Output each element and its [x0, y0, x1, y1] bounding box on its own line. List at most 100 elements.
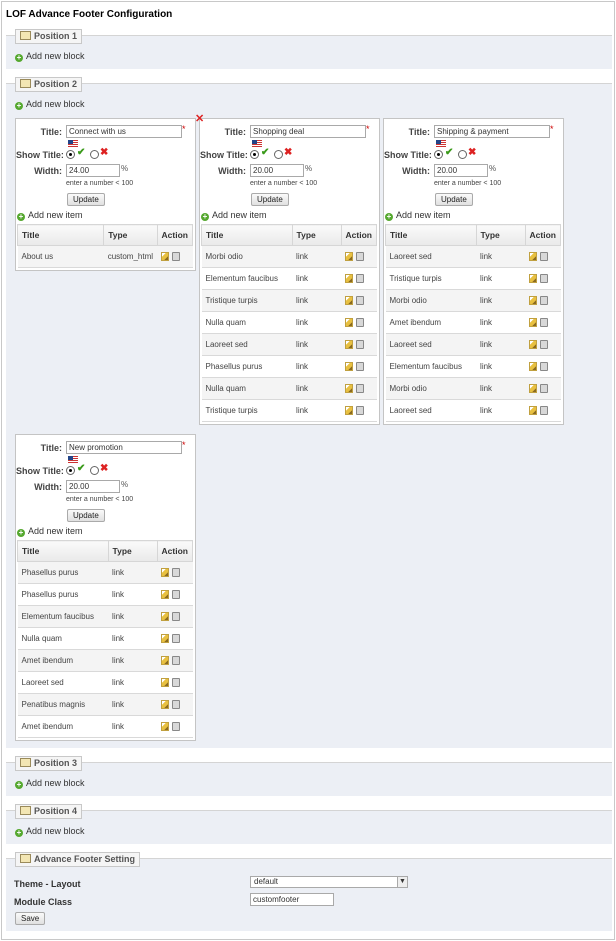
flag-icon[interactable]	[252, 140, 262, 147]
close-icon[interactable]: ✕	[195, 114, 204, 125]
trash-icon[interactable]	[356, 296, 365, 305]
edit-icon[interactable]	[529, 318, 538, 327]
trash-icon[interactable]	[540, 274, 549, 283]
col-title-header: Title	[385, 224, 477, 246]
trash-icon[interactable]	[172, 590, 181, 599]
show-title-yes-radio[interactable]	[66, 466, 75, 475]
item-title: Amet ibendum	[17, 649, 109, 672]
item-title: Penatibus magnis	[17, 693, 109, 716]
trash-icon[interactable]	[540, 362, 549, 371]
edit-icon[interactable]	[345, 384, 354, 393]
flag-icon[interactable]	[436, 140, 446, 147]
trash-icon[interactable]	[172, 700, 181, 709]
edit-icon[interactable]	[161, 634, 170, 643]
trash-icon[interactable]	[540, 340, 549, 349]
trash-icon[interactable]	[172, 634, 181, 643]
trash-icon[interactable]	[356, 274, 365, 283]
show-title-no-radio[interactable]	[90, 466, 99, 475]
show-title-yes-radio[interactable]	[250, 150, 259, 159]
add-new-block-button[interactable]: + Add new block	[15, 826, 85, 837]
trash-icon[interactable]	[356, 252, 365, 261]
folder-icon	[20, 758, 31, 767]
edit-icon[interactable]	[529, 340, 538, 349]
edit-icon[interactable]	[161, 612, 170, 621]
trash-icon[interactable]	[540, 318, 549, 327]
edit-icon[interactable]	[161, 700, 170, 709]
edit-icon[interactable]	[161, 722, 170, 731]
edit-icon[interactable]	[345, 340, 354, 349]
table-row: Amet ibendum link	[17, 715, 193, 738]
check-icon: ✔	[445, 147, 454, 158]
edit-icon[interactable]	[529, 252, 538, 261]
edit-icon[interactable]	[161, 678, 170, 687]
add-new-item-button[interactable]: + Add new item	[385, 210, 451, 221]
edit-icon[interactable]	[529, 274, 538, 283]
add-new-block-button[interactable]: + Add new block	[15, 51, 85, 62]
edit-icon[interactable]	[529, 406, 538, 415]
trash-icon[interactable]	[172, 722, 181, 731]
show-title-no-radio[interactable]	[90, 150, 99, 159]
add-new-item-button[interactable]: + Add new item	[201, 210, 267, 221]
trash-icon[interactable]	[356, 318, 365, 327]
trash-icon[interactable]	[356, 362, 365, 371]
edit-icon[interactable]	[345, 362, 354, 371]
edit-icon[interactable]	[161, 656, 170, 665]
edit-icon[interactable]	[161, 590, 170, 599]
update-button[interactable]: Update	[435, 193, 473, 206]
update-button[interactable]: Update	[67, 193, 105, 206]
block-width-input[interactable]: 24.00	[66, 164, 120, 177]
update-button[interactable]: Update	[67, 509, 105, 522]
block-title-input[interactable]: New promotion	[66, 441, 182, 454]
show-title-yes-radio[interactable]	[434, 150, 443, 159]
trash-icon[interactable]	[356, 406, 365, 415]
add-new-block-button[interactable]: + Add new block	[15, 99, 85, 110]
theme-layout-select[interactable]: default ▼	[250, 876, 408, 888]
edit-icon[interactable]	[345, 296, 354, 305]
block-width-input[interactable]: 20.00	[66, 480, 120, 493]
edit-icon[interactable]	[345, 406, 354, 415]
trash-icon[interactable]	[172, 678, 181, 687]
trash-icon[interactable]	[172, 656, 181, 665]
item-actions	[525, 377, 561, 400]
show-title-label: Show Title:	[200, 150, 248, 160]
trash-icon[interactable]	[172, 612, 181, 621]
edit-icon[interactable]	[161, 252, 170, 261]
edit-icon[interactable]	[345, 318, 354, 327]
flag-icon[interactable]	[68, 140, 78, 147]
trash-icon[interactable]	[172, 568, 181, 577]
save-button[interactable]: Save	[15, 912, 46, 925]
trash-icon[interactable]	[540, 384, 549, 393]
update-button[interactable]: Update	[251, 193, 289, 206]
trash-icon[interactable]	[172, 252, 181, 261]
col-type-header: Type	[291, 224, 342, 246]
edit-icon[interactable]	[345, 252, 354, 261]
trash-icon[interactable]	[356, 384, 365, 393]
trash-icon[interactable]	[356, 340, 365, 349]
edit-icon[interactable]	[529, 296, 538, 305]
block-width-input[interactable]: 20.00	[434, 164, 488, 177]
block-title-input[interactable]: Shipping & payment	[434, 125, 550, 138]
flag-icon[interactable]	[68, 456, 78, 463]
add-icon: +	[15, 828, 23, 837]
block-title-input[interactable]: Shopping deal	[250, 125, 366, 138]
add-new-item-button[interactable]: + Add new item	[17, 526, 83, 537]
show-title-no-radio[interactable]	[274, 150, 283, 159]
trash-icon[interactable]	[540, 296, 549, 305]
col-action-header: Action	[156, 540, 194, 562]
add-new-block-button[interactable]: + Add new block	[15, 778, 85, 789]
block-width-input[interactable]: 20.00	[250, 164, 304, 177]
trash-icon[interactable]	[540, 252, 549, 261]
trash-icon[interactable]	[540, 406, 549, 415]
block-title-input[interactable]: Connect with us	[66, 125, 182, 138]
edit-icon[interactable]	[345, 274, 354, 283]
edit-icon[interactable]	[161, 568, 170, 577]
show-title-yes-radio[interactable]	[66, 150, 75, 159]
show-title-no-radio[interactable]	[458, 150, 467, 159]
chevron-down-icon: ▼	[397, 877, 407, 887]
item-actions	[157, 671, 193, 694]
edit-icon[interactable]	[529, 362, 538, 371]
module-class-input[interactable]: customfooter	[250, 893, 334, 906]
edit-icon[interactable]	[529, 384, 538, 393]
table-row: Phasellus purus link	[17, 561, 193, 584]
add-new-item-button[interactable]: + Add new item	[17, 210, 83, 221]
